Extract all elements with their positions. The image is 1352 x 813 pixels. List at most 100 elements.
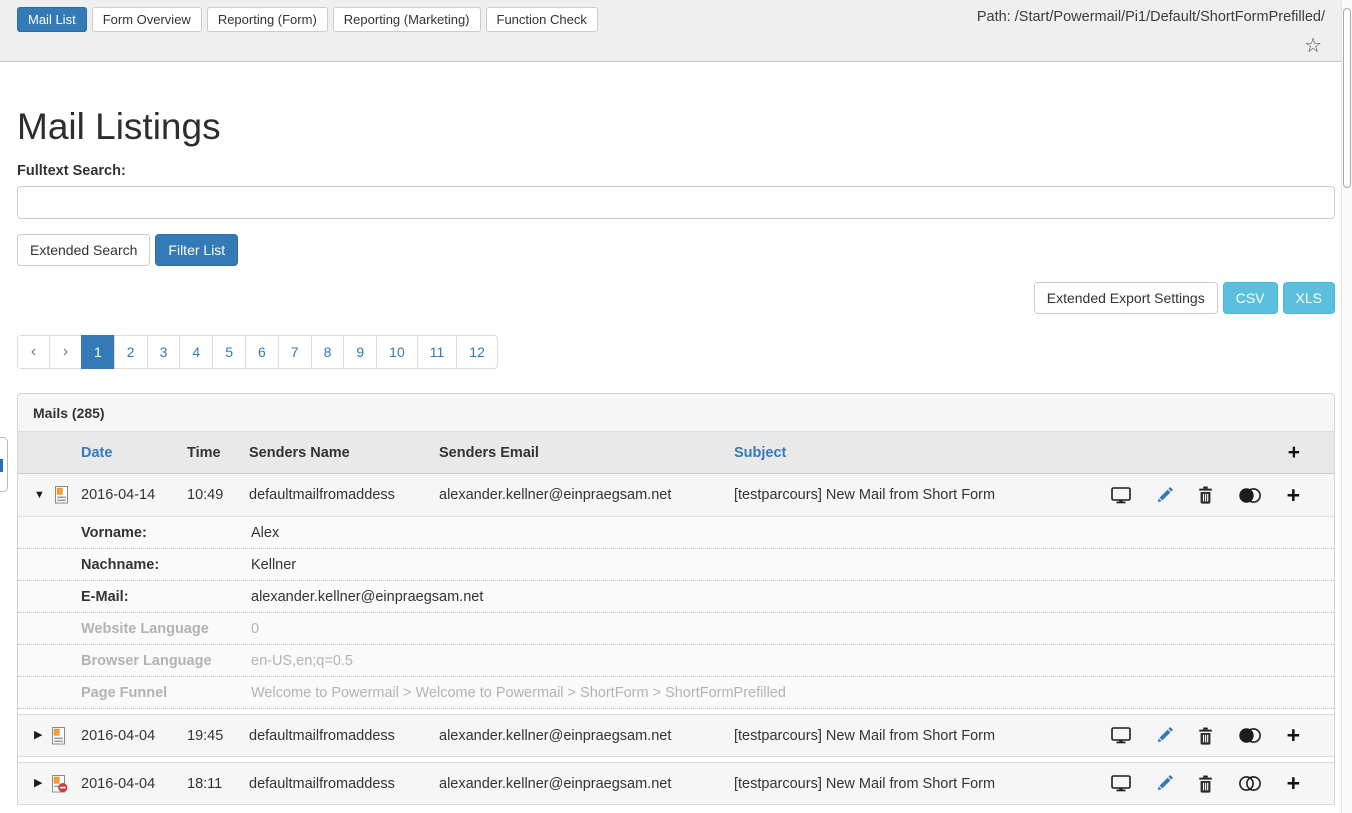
edit-icon[interactable]	[1156, 775, 1173, 792]
pagination-page-12[interactable]: 12	[456, 335, 498, 369]
pagination-prev[interactable]: ‹	[17, 335, 50, 369]
pagination-page-10[interactable]: 10	[376, 335, 418, 369]
pagination: ‹ › 1 2 3 4 5 6 7 8 9 10 11 12	[17, 335, 498, 369]
collapse-row-icon[interactable]: ▼	[34, 490, 45, 501]
cell-subject: [testparcours] New Mail from Short Form	[734, 487, 1106, 503]
add-column-icon[interactable]: +	[1288, 442, 1300, 463]
cell-sender-name: defaultmailfromaddess	[249, 487, 439, 503]
add-icon[interactable]: +	[1287, 772, 1300, 795]
pagination-page-2[interactable]: 2	[114, 335, 148, 369]
hide-toggle-on-icon[interactable]	[1238, 727, 1262, 744]
left-panel-handle-mark	[0, 459, 3, 472]
panel-title: Mails (285)	[18, 394, 1334, 432]
column-header-date[interactable]: Date	[81, 445, 187, 461]
pagination-page-4[interactable]: 4	[179, 335, 213, 369]
expand-row-icon[interactable]: ▶	[34, 778, 42, 789]
detail-row-website-language: Website Language 0	[18, 613, 1334, 645]
xls-button[interactable]: XLS	[1283, 282, 1335, 314]
mail-record-hidden-icon[interactable]	[51, 775, 68, 793]
tab-form-overview[interactable]: Form Overview	[92, 7, 202, 32]
add-icon[interactable]: +	[1287, 724, 1300, 747]
detail-row-nachname: Nachname: Kellner	[18, 549, 1334, 581]
column-header-time: Time	[187, 445, 249, 461]
fulltext-search-input[interactable]	[17, 186, 1335, 219]
cell-time: 18:11	[187, 776, 249, 792]
cell-time: 19:45	[187, 728, 249, 744]
detail-value: Alex	[251, 525, 1334, 541]
module-tabs: Mail List Form Overview Reporting (Form)…	[17, 7, 598, 32]
cell-sender-email: alexander.kellner@einpraegsam.net	[439, 776, 734, 792]
detail-row-browser-language: Browser Language en-US,en;q=0.5	[18, 645, 1334, 677]
scrollbar-thumb[interactable]	[1343, 8, 1351, 188]
delete-icon[interactable]	[1198, 775, 1213, 793]
tab-function-check[interactable]: Function Check	[486, 7, 598, 32]
cell-sender-email: alexander.kellner@einpraegsam.net	[439, 487, 734, 503]
cell-subject: [testparcours] New Mail from Short Form	[734, 728, 1106, 744]
preview-icon[interactable]	[1111, 775, 1131, 792]
pagination-page-9[interactable]: 9	[343, 335, 377, 369]
table-row: ▼ 2016-04-14 10:49 defaultmailfromaddess…	[18, 474, 1334, 517]
pagination-page-1[interactable]: 1	[81, 335, 115, 369]
detail-value: Welcome to Powermail > Welcome to Powerm…	[251, 685, 1334, 701]
table-row: ▶ 2016-04-04 19:45 defaultmailfromaddess…	[18, 714, 1334, 757]
tab-mail-list[interactable]: Mail List	[17, 7, 87, 32]
scrollbar-track[interactable]	[1341, 0, 1352, 813]
doc-header: Mail List Form Overview Reporting (Form)…	[0, 0, 1352, 62]
cell-date: 2016-04-04	[81, 776, 187, 792]
cell-time: 10:49	[187, 487, 249, 503]
cell-sender-name: defaultmailfromaddess	[249, 776, 439, 792]
mail-record-icon[interactable]	[54, 486, 69, 504]
hide-toggle-off-icon[interactable]	[1238, 775, 1262, 792]
csv-button[interactable]: CSV	[1223, 282, 1278, 314]
export-buttons: Extended Export Settings CSV XLS	[17, 282, 1335, 314]
fulltext-search-label: Fulltext Search:	[17, 163, 1335, 179]
detail-label: E-Mail:	[18, 589, 251, 605]
preview-icon[interactable]	[1111, 727, 1131, 744]
hide-toggle-on-icon[interactable]	[1238, 487, 1262, 504]
delete-icon[interactable]	[1198, 486, 1213, 504]
edit-icon[interactable]	[1156, 727, 1173, 744]
row-details: Vorname: Alex Nachname: Kellner E-Mail: …	[18, 517, 1334, 709]
cell-sender-email: alexander.kellner@einpraegsam.net	[439, 728, 734, 744]
mail-record-icon[interactable]	[51, 727, 66, 745]
pagination-page-7[interactable]: 7	[278, 335, 312, 369]
column-header-subject[interactable]: Subject	[734, 445, 1106, 461]
left-panel-handle[interactable]	[0, 437, 8, 492]
pagination-page-8[interactable]: 8	[311, 335, 345, 369]
detail-row-vorname: Vorname: Alex	[18, 517, 1334, 549]
pagination-next[interactable]: ›	[49, 335, 82, 369]
extended-search-button[interactable]: Extended Search	[17, 234, 150, 266]
tab-reporting-marketing[interactable]: Reporting (Marketing)	[333, 7, 481, 32]
pagination-page-3[interactable]: 3	[147, 335, 181, 369]
pagination-page-6[interactable]: 6	[245, 335, 279, 369]
detail-label: Nachname:	[18, 557, 251, 573]
preview-icon[interactable]	[1111, 487, 1131, 504]
cell-sender-name: defaultmailfromaddess	[249, 728, 439, 744]
detail-value: 0	[251, 621, 1334, 637]
mails-panel: Mails (285) Date Time Senders Name Sende…	[17, 393, 1335, 805]
page-title: Mail Listings	[17, 106, 1335, 148]
cell-date: 2016-04-14	[81, 487, 187, 503]
table-header-row: Date Time Senders Name Senders Email Sub…	[18, 432, 1334, 474]
tab-reporting-form[interactable]: Reporting (Form)	[207, 7, 328, 32]
search-buttons: Extended Search Filter List	[17, 234, 1335, 266]
extended-export-settings-button[interactable]: Extended Export Settings	[1034, 282, 1218, 314]
breadcrumb-path: Path: /Start/Powermail/Pi1/Default/Short…	[977, 9, 1325, 25]
column-header-senders-email: Senders Email	[439, 445, 734, 461]
pagination-page-11[interactable]: 11	[417, 335, 458, 369]
detail-row-page-funnel: Page Funnel Welcome to Powermail > Welco…	[18, 677, 1334, 709]
column-header-senders-name: Senders Name	[249, 445, 439, 461]
module-body: Mail Listings Fulltext Search: Extended …	[0, 106, 1352, 805]
pagination-page-5[interactable]: 5	[212, 335, 246, 369]
delete-icon[interactable]	[1198, 727, 1213, 745]
detail-label: Vorname:	[18, 525, 251, 541]
cell-date: 2016-04-04	[81, 728, 187, 744]
detail-value: en-US,en;q=0.5	[251, 653, 1334, 669]
detail-label: Browser Language	[18, 653, 251, 669]
expand-row-icon[interactable]: ▶	[34, 730, 42, 741]
filter-list-button[interactable]: Filter List	[155, 234, 238, 266]
add-icon[interactable]: +	[1287, 484, 1300, 507]
edit-icon[interactable]	[1156, 487, 1173, 504]
bookmark-star-icon[interactable]: ☆	[1304, 33, 1322, 58]
detail-label: Page Funnel	[18, 685, 251, 701]
